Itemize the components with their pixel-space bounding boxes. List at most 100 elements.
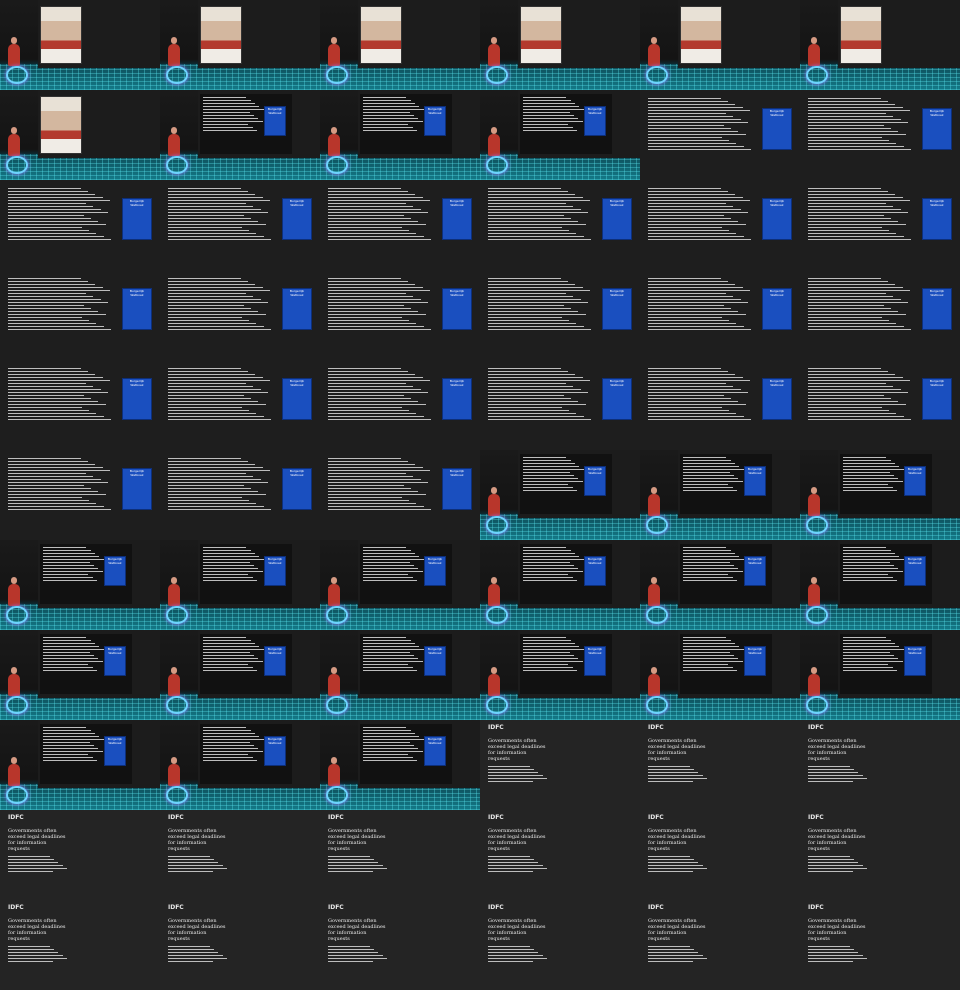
event-logo: [806, 66, 828, 84]
thumbnail-tile[interactable]: IDFC Governments often exceed legal deadl…: [480, 900, 640, 990]
thumbnail-tile[interactable]: Burgerlijk Wetboek: [320, 540, 480, 630]
thumbnail-tile[interactable]: Burgerlijk Wetboek: [800, 360, 960, 450]
thumbnail-tile[interactable]: IDFC Governments often exceed legal deadl…: [0, 810, 160, 900]
speaker-figure: [8, 757, 20, 786]
text-lines: [488, 946, 548, 964]
thumbnail-tile[interactable]: Burgerlijk Wetboek: [480, 630, 640, 720]
thumbnail-tile[interactable]: [0, 0, 160, 90]
thumbnail-tile[interactable]: [480, 0, 640, 90]
thumbnail-tile[interactable]: Burgerlijk Wetboek: [640, 180, 800, 270]
site-logo: IDFC: [808, 814, 824, 821]
speaker-figure: [328, 667, 340, 696]
thumbnail-tile[interactable]: Burgerlijk Wetboek: [160, 540, 320, 630]
thumbnail-tile[interactable]: Burgerlijk Wetboek: [0, 540, 160, 630]
book-cover: Burgerlijk Wetboek: [762, 108, 792, 150]
thumbnail-tile[interactable]: Burgerlijk Wetboek: [320, 630, 480, 720]
thumbnail-tile[interactable]: Burgerlijk Wetboek: [0, 630, 160, 720]
book-title: Burgerlijk Wetboek: [449, 289, 465, 297]
thumbnail-tile[interactable]: Burgerlijk Wetboek: [160, 360, 320, 450]
thumbnail-tile[interactable]: Burgerlijk Wetboek: [320, 450, 480, 540]
article-headline: Governments often exceed legal deadlines…: [648, 918, 706, 942]
thumbnail-tile[interactable]: IDFC Governments often exceed legal deadl…: [320, 810, 480, 900]
text-lines: [328, 856, 388, 874]
thumbnail-tile[interactable]: Burgerlijk Wetboek: [640, 90, 800, 180]
thumbnail-tile[interactable]: Burgerlijk Wetboek: [0, 450, 160, 540]
thumbnail-tile[interactable]: Burgerlijk Wetboek: [320, 720, 480, 810]
thumbnail-tile[interactable]: Burgerlijk Wetboek: [480, 180, 640, 270]
thumbnail-tile[interactable]: [320, 0, 480, 90]
thumbnail-tile[interactable]: IDFC Governments often exceed legal deadl…: [640, 900, 800, 990]
poster-image: [40, 6, 82, 64]
thumbnail-tile[interactable]: Burgerlijk Wetboek: [640, 630, 800, 720]
thumbnail-tile[interactable]: Burgerlijk Wetboek: [640, 540, 800, 630]
thumbnail-tile[interactable]: Burgerlijk Wetboek: [320, 360, 480, 450]
thumbnail-tile[interactable]: Burgerlijk Wetboek: [480, 90, 640, 180]
book-title: Burgerlijk Wetboek: [907, 647, 923, 655]
text-lines: [8, 368, 112, 422]
thumbnail-tile[interactable]: Burgerlijk Wetboek: [800, 270, 960, 360]
thumbnail-tile[interactable]: IDFC Governments often exceed legal deadl…: [160, 810, 320, 900]
thumbnail-tile[interactable]: Burgerlijk Wetboek: [480, 360, 640, 450]
thumbnail-tile[interactable]: IDFC Governments often exceed legal deadl…: [0, 900, 160, 990]
thumbnail-tile[interactable]: Burgerlijk Wetboek: [0, 270, 160, 360]
thumbnail-tile[interactable]: Burgerlijk Wetboek: [480, 270, 640, 360]
thumbnail-tile[interactable]: Burgerlijk Wetboek: [160, 630, 320, 720]
thumbnail-tile[interactable]: Burgerlijk Wetboek: [160, 90, 320, 180]
book-cover: Burgerlijk Wetboek: [904, 466, 926, 496]
thumbnail-tile[interactable]: Burgerlijk Wetboek: [0, 720, 160, 810]
thumbnail-tile[interactable]: IDFC Governments often exceed legal deadl…: [640, 720, 800, 810]
thumbnail-tile[interactable]: Burgerlijk Wetboek: [480, 450, 640, 540]
poster-image: [520, 6, 562, 64]
thumbnail-tile[interactable]: Burgerlijk Wetboek: [160, 720, 320, 810]
thumbnail-tile[interactable]: Burgerlijk Wetboek: [800, 540, 960, 630]
book-cover: Burgerlijk Wetboek: [424, 106, 446, 136]
book-cover: Burgerlijk Wetboek: [442, 468, 472, 510]
thumbnail-tile[interactable]: Burgerlijk Wetboek: [0, 180, 160, 270]
book-title: Burgerlijk Wetboek: [289, 289, 305, 297]
thumbnail-tile[interactable]: Burgerlijk Wetboek: [640, 450, 800, 540]
thumbnail-tile[interactable]: Burgerlijk Wetboek: [320, 270, 480, 360]
thumbnail-tile[interactable]: IDFC Governments often exceed legal deadl…: [800, 720, 960, 810]
thumbnail-tile[interactable]: Burgerlijk Wetboek: [320, 90, 480, 180]
book-title: Burgerlijk Wetboek: [587, 647, 603, 655]
site-logo: IDFC: [648, 814, 664, 821]
thumbnail-tile[interactable]: Burgerlijk Wetboek: [0, 360, 160, 450]
site-logo: IDFC: [648, 724, 664, 731]
thumbnail-tile[interactable]: Burgerlijk Wetboek: [320, 180, 480, 270]
thumbnail-tile[interactable]: Burgerlijk Wetboek: [640, 270, 800, 360]
thumbnail-tile[interactable]: IDFC Governments often exceed legal deadl…: [640, 810, 800, 900]
thumbnail-tile[interactable]: IDFC Governments often exceed legal deadl…: [800, 810, 960, 900]
thumbnail-tile[interactable]: [160, 0, 320, 90]
thumbnail-tile[interactable]: Burgerlijk Wetboek: [160, 270, 320, 360]
thumbnail-tile[interactable]: Burgerlijk Wetboek: [480, 540, 640, 630]
thumbnail-tile[interactable]: [640, 0, 800, 90]
book-cover: Burgerlijk Wetboek: [922, 288, 952, 330]
book-cover: Burgerlijk Wetboek: [282, 288, 312, 330]
text-lines: [488, 368, 592, 422]
thumbnail-tile[interactable]: Burgerlijk Wetboek: [800, 450, 960, 540]
thumbnail-tile[interactable]: Burgerlijk Wetboek: [800, 630, 960, 720]
book-cover: Burgerlijk Wetboek: [744, 466, 766, 496]
thumbnail-tile[interactable]: IDFC Governments often exceed legal deadl…: [480, 810, 640, 900]
thumbnail-tile[interactable]: Burgerlijk Wetboek: [800, 90, 960, 180]
thumbnail-tile[interactable]: Burgerlijk Wetboek: [160, 180, 320, 270]
site-logo: IDFC: [168, 904, 184, 911]
event-logo: [486, 606, 508, 624]
article-headline: Governments often exceed legal deadlines…: [808, 738, 866, 762]
thumbnail-tile[interactable]: IDFC Governments often exceed legal deadl…: [320, 900, 480, 990]
text-lines: [168, 368, 272, 422]
book-cover: Burgerlijk Wetboek: [282, 378, 312, 420]
event-logo: [486, 156, 508, 174]
thumbnail-tile[interactable]: [800, 0, 960, 90]
thumbnail-tile[interactable]: Burgerlijk Wetboek: [160, 450, 320, 540]
event-logo: [486, 66, 508, 84]
event-logo: [166, 696, 188, 714]
thumbnail-tile[interactable]: IDFC Governments often exceed legal deadl…: [480, 720, 640, 810]
thumbnail-tile[interactable]: Burgerlijk Wetboek: [640, 360, 800, 450]
thumbnail-tile[interactable]: IDFC Governments often exceed legal deadl…: [800, 900, 960, 990]
event-logo: [326, 606, 348, 624]
thumbnail-tile[interactable]: IDFC Governments often exceed legal deadl…: [160, 900, 320, 990]
book-title: Burgerlijk Wetboek: [107, 737, 123, 745]
thumbnail-tile[interactable]: Burgerlijk Wetboek: [800, 180, 960, 270]
thumbnail-tile[interactable]: [0, 90, 160, 180]
